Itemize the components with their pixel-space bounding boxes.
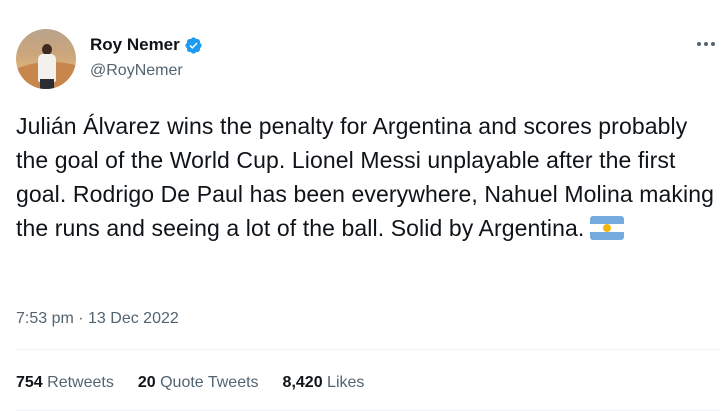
author-name[interactable]: Roy Nemer bbox=[90, 35, 180, 55]
divider bbox=[16, 349, 720, 350]
quote-tweets-count: 20 bbox=[137, 374, 156, 391]
tweet-stats: 754 Retweets 20 Quote Tweets 8,420 Likes bbox=[16, 374, 388, 392]
author-name-row: Roy Nemer bbox=[90, 35, 203, 55]
retweets-count: 754 bbox=[16, 374, 43, 391]
likes-count: 8,420 bbox=[282, 374, 323, 391]
likes-stat[interactable]: 8,420 Likes bbox=[283, 374, 365, 392]
argentina-flag-icon bbox=[590, 216, 625, 240]
quote-tweets-label: Quote Tweets bbox=[160, 374, 259, 391]
quote-tweets-stat[interactable]: 20 Quote Tweets bbox=[138, 374, 259, 392]
retweets-stat[interactable]: 754 Retweets bbox=[16, 374, 114, 392]
avatar-figure-legs bbox=[40, 79, 54, 89]
retweets-label: Retweets bbox=[47, 374, 114, 391]
verified-badge-icon[interactable] bbox=[184, 36, 203, 55]
more-dot bbox=[711, 42, 715, 46]
more-dot bbox=[704, 42, 708, 46]
author-handle[interactable]: @RoyNemer bbox=[90, 62, 183, 80]
tweet-card: Roy Nemer @RoyNemer Julián Álvarez wins … bbox=[0, 0, 728, 411]
avatar-figure-body bbox=[38, 54, 56, 82]
more-dot bbox=[697, 42, 701, 46]
tweet-timestamp[interactable]: 7:53 pm · 13 Dec 2022 bbox=[16, 310, 179, 328]
likes-label: Likes bbox=[327, 374, 365, 391]
more-options-icon[interactable] bbox=[692, 34, 720, 54]
avatar[interactable] bbox=[16, 29, 76, 89]
tweet-text-block: Julián Álvarez wins the penalty for Arge… bbox=[16, 109, 716, 245]
